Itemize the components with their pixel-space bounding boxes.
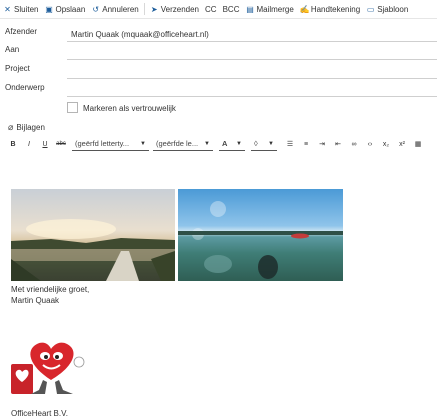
- to-field[interactable]: [67, 59, 437, 60]
- undo-icon: ↺: [92, 4, 100, 14]
- close-label: Sluiten: [14, 4, 39, 14]
- outdent-button[interactable]: ⇤: [331, 137, 345, 151]
- signature-button[interactable]: ✍ Handtekening: [297, 0, 363, 19]
- outdent-icon: ⇤: [335, 141, 341, 148]
- bold-button[interactable]: B: [6, 137, 20, 151]
- from-underline: [67, 41, 437, 42]
- indent-button[interactable]: ⇥: [315, 137, 329, 151]
- subject-field[interactable]: [67, 96, 437, 97]
- heart-mascot-icon: [11, 342, 85, 394]
- mailmerge-label: Mailmerge: [256, 4, 294, 14]
- cancel-label: Annuleren: [102, 4, 139, 14]
- attachments-label: Bijlagen: [16, 123, 45, 132]
- from-label: Afzender: [5, 27, 38, 36]
- close-icon: ✕: [4, 4, 11, 14]
- table-button[interactable]: ▦: [411, 137, 425, 151]
- confidential-checkbox[interactable]: [67, 102, 78, 113]
- template-button[interactable]: ▭ Sjabloon: [363, 0, 411, 19]
- company-name: OfficeHeart B.V.: [11, 409, 68, 418]
- subject-label: Onderwerp: [5, 83, 45, 92]
- signature-name: Martin Quaak: [11, 296, 60, 305]
- project-field[interactable]: [67, 78, 437, 79]
- bcc-label: BCC: [222, 4, 240, 14]
- photo-river-sunset-art: [11, 219, 175, 281]
- project-label: Project: [5, 64, 30, 73]
- font-color-select[interactable]: A ▼: [219, 137, 245, 151]
- photo-lake-kayak-art: [178, 201, 343, 279]
- bullet-list-icon: ☰: [286, 141, 294, 148]
- code-icon: ‹›: [367, 140, 373, 148]
- font-size-select[interactable]: (geërfde le... ▼: [153, 137, 213, 151]
- font-color-icon: A: [222, 139, 228, 148]
- closing-text: Met vriendelijke groet,: [11, 285, 90, 294]
- indent-icon: ⇥: [319, 141, 325, 148]
- template-label: Sjabloon: [377, 4, 409, 14]
- attachments-button[interactable]: ⌀ Bijlagen: [8, 122, 45, 133]
- toolbar: ✕ Sluiten ▣ Opslaan ↺ Annuleren ➤ Verzen…: [0, 0, 437, 19]
- highlight-icon: ◊: [254, 139, 258, 148]
- signature-icon: ✍: [299, 4, 310, 14]
- mailmerge-button[interactable]: ▤ Mailmerge: [242, 0, 296, 19]
- font-family-value: (geërfd letterty...: [75, 139, 130, 148]
- officeheart-logo: [9, 336, 94, 398]
- send-icon: ➤: [150, 4, 158, 14]
- signature-label: Handtekening: [310, 4, 361, 14]
- chevron-down-icon: ▼: [268, 140, 274, 147]
- chevron-down-icon: ▼: [236, 140, 242, 147]
- template-icon: ▭: [366, 4, 375, 14]
- bcc-button[interactable]: BCC: [220, 0, 243, 19]
- send-label: Verzenden: [160, 4, 200, 14]
- numbered-list-icon: ≡: [303, 140, 309, 148]
- strikethrough-button[interactable]: abc: [54, 137, 68, 151]
- send-button[interactable]: ➤ Verzenden: [147, 0, 202, 19]
- source-button[interactable]: ‹›: [363, 137, 377, 151]
- format-toolbar: B I U abc (geërfd letterty... ▼ (geërfde…: [0, 136, 437, 152]
- bullet-list-button[interactable]: ☰: [283, 137, 297, 151]
- superscript-button[interactable]: x²: [395, 137, 409, 151]
- photo-river-sunset: [11, 189, 175, 281]
- paperclip-icon: ⌀: [8, 122, 14, 132]
- chevron-down-icon: ▼: [204, 140, 210, 147]
- font-size-value: (geërfde le...: [156, 139, 199, 148]
- cancel-button[interactable]: ↺ Annuleren: [88, 0, 141, 19]
- font-family-select[interactable]: (geërfd letterty... ▼: [72, 137, 149, 151]
- toolbar-separator: [143, 3, 145, 15]
- photo-lake-kayak: [178, 189, 343, 281]
- save-label: Opslaan: [55, 4, 86, 14]
- numbered-list-button[interactable]: ≡: [299, 137, 313, 151]
- from-field[interactable]: Martin Quaak (mquaak@officeheart.nl): [71, 30, 209, 39]
- table-icon: ▦: [414, 141, 422, 148]
- close-button[interactable]: ✕ Sluiten: [0, 0, 41, 19]
- mailmerge-icon: ▤: [246, 4, 254, 14]
- cc-label: CC: [205, 4, 217, 14]
- subscript-button[interactable]: x₂: [379, 137, 393, 151]
- to-label: Aan: [5, 45, 20, 54]
- link-icon: ∞: [351, 140, 357, 148]
- link-button[interactable]: ∞: [347, 137, 361, 151]
- italic-button[interactable]: I: [22, 137, 36, 151]
- confidential-label: Markeren als vertrouwelijk: [83, 104, 176, 113]
- chevron-down-icon: ▼: [140, 140, 146, 147]
- cc-button[interactable]: CC: [202, 0, 220, 19]
- underline-button[interactable]: U: [38, 137, 52, 151]
- highlight-select[interactable]: ◊ ▼: [251, 137, 277, 151]
- save-button[interactable]: ▣ Opslaan: [41, 0, 88, 19]
- save-icon: ▣: [45, 4, 53, 14]
